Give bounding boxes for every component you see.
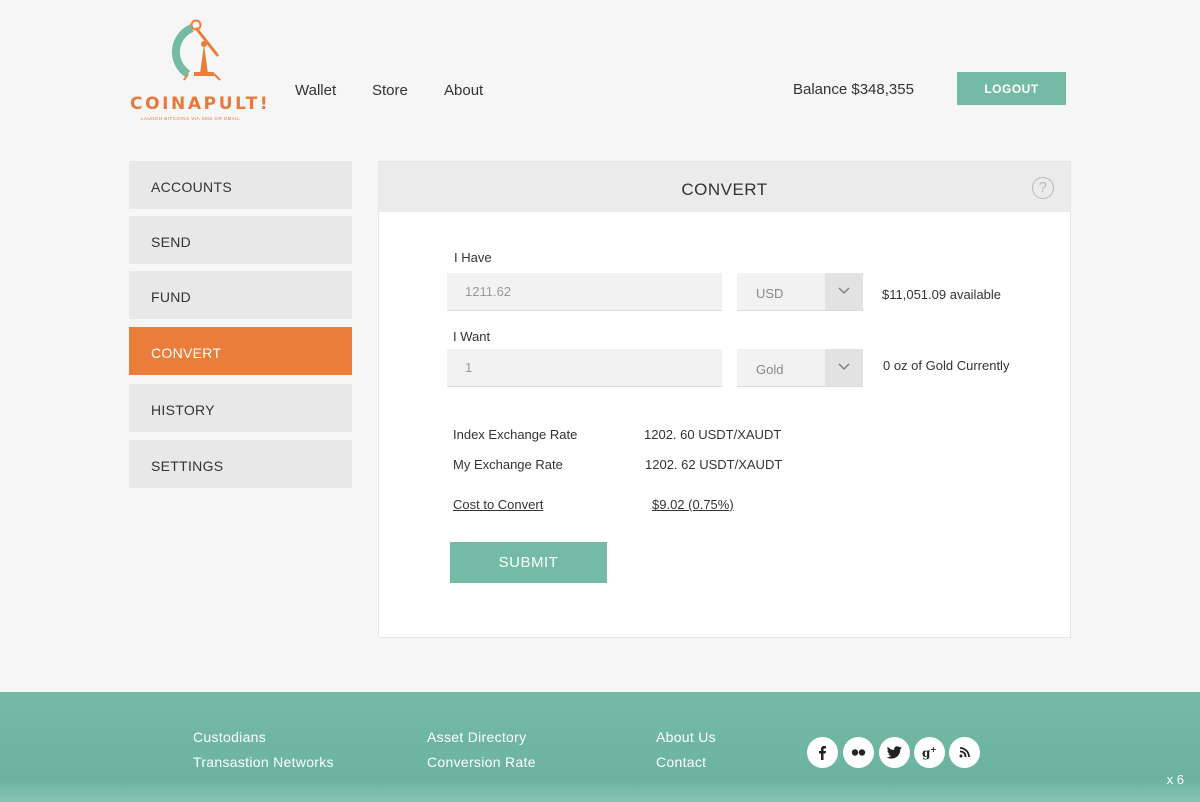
chevron-down-icon bbox=[825, 273, 863, 310]
catapult-icon bbox=[171, 19, 221, 81]
question-circle-icon[interactable]: ? bbox=[1032, 177, 1054, 199]
nav-about[interactable]: About bbox=[444, 82, 483, 99]
want-amount-input[interactable] bbox=[447, 349, 722, 387]
footer-link-about-us[interactable]: About Us bbox=[656, 729, 716, 745]
my-rate-value: 1202. 62 USDT/XAUDT bbox=[645, 457, 783, 472]
cost-to-convert-link[interactable]: Cost to Convert bbox=[453, 497, 543, 512]
rss-icon[interactable] bbox=[949, 737, 980, 768]
google-plus-icon[interactable]: g + bbox=[914, 737, 945, 768]
twitter-icon[interactable] bbox=[879, 737, 910, 768]
footer-link-contact[interactable]: Contact bbox=[656, 754, 706, 770]
balance-display: Balance $348,355 bbox=[793, 81, 914, 98]
sidebar-item-convert[interactable]: CONVERT bbox=[129, 327, 352, 375]
sidebar-item-history[interactable]: HISTORY bbox=[129, 384, 352, 432]
index-rate-label: Index Exchange Rate bbox=[453, 427, 578, 442]
have-amount-input[interactable] bbox=[447, 273, 722, 311]
want-holdings-note: 0 oz of Gold Currently bbox=[883, 358, 1010, 373]
my-rate-label: My Exchange Rate bbox=[453, 457, 563, 472]
have-available-note: $11,051.09 available bbox=[882, 287, 1002, 302]
panel-header: CONVERT ? bbox=[379, 162, 1070, 212]
cost-value-link[interactable]: $9.02 (0.75%) bbox=[652, 497, 734, 512]
submit-button[interactable]: SUBMIT bbox=[450, 542, 607, 583]
footer-link-asset-directory[interactable]: Asset Directory bbox=[427, 729, 526, 745]
sidebar-item-accounts[interactable]: ACCOUNTS bbox=[129, 161, 352, 209]
coinapult-logo[interactable]: COINAPULT! LAUNCH BITCOINS VIA SMS OR EM… bbox=[130, 18, 270, 126]
have-label: I Have bbox=[454, 250, 492, 265]
nav-store[interactable]: Store bbox=[372, 82, 408, 99]
want-currency-value: Gold bbox=[756, 362, 784, 377]
brand-tagline: LAUNCH BITCOINS VIA SMS OR EMAIL bbox=[141, 116, 241, 121]
footer-link-conversion-rate[interactable]: Conversion Rate bbox=[427, 754, 536, 770]
footer-link-transaction-networks[interactable]: Transastion Networks bbox=[193, 754, 334, 770]
have-currency-value: USD bbox=[756, 286, 784, 301]
footer: Custodians Transastion Networks Asset Di… bbox=[0, 692, 1200, 802]
index-rate-value: 1202. 60 USDT/XAUDT bbox=[644, 427, 782, 442]
flickr-icon[interactable] bbox=[843, 737, 874, 768]
nav-wallet[interactable]: Wallet bbox=[295, 82, 336, 99]
svg-text:+: + bbox=[930, 745, 937, 754]
logout-button[interactable]: LOGOUT bbox=[957, 72, 1066, 105]
footer-link-custodians[interactable]: Custodians bbox=[193, 729, 266, 745]
zoom-level: x 6 bbox=[1166, 772, 1184, 787]
sidebar-item-settings[interactable]: SETTINGS bbox=[129, 440, 352, 488]
panel-title: CONVERT bbox=[681, 180, 768, 199]
chevron-down-icon bbox=[825, 349, 863, 386]
facebook-icon[interactable] bbox=[807, 737, 838, 768]
brand-name: COINAPULT! bbox=[130, 94, 271, 114]
sidebar-item-fund[interactable]: FUND bbox=[129, 271, 352, 319]
sidebar-item-send[interactable]: SEND bbox=[129, 216, 352, 264]
have-currency-select[interactable]: USD bbox=[737, 273, 863, 311]
want-currency-select[interactable]: Gold bbox=[737, 349, 863, 387]
convert-panel: CONVERT ? I Have USD $11,051.09 availabl… bbox=[378, 161, 1071, 638]
want-label: I Want bbox=[453, 329, 491, 344]
